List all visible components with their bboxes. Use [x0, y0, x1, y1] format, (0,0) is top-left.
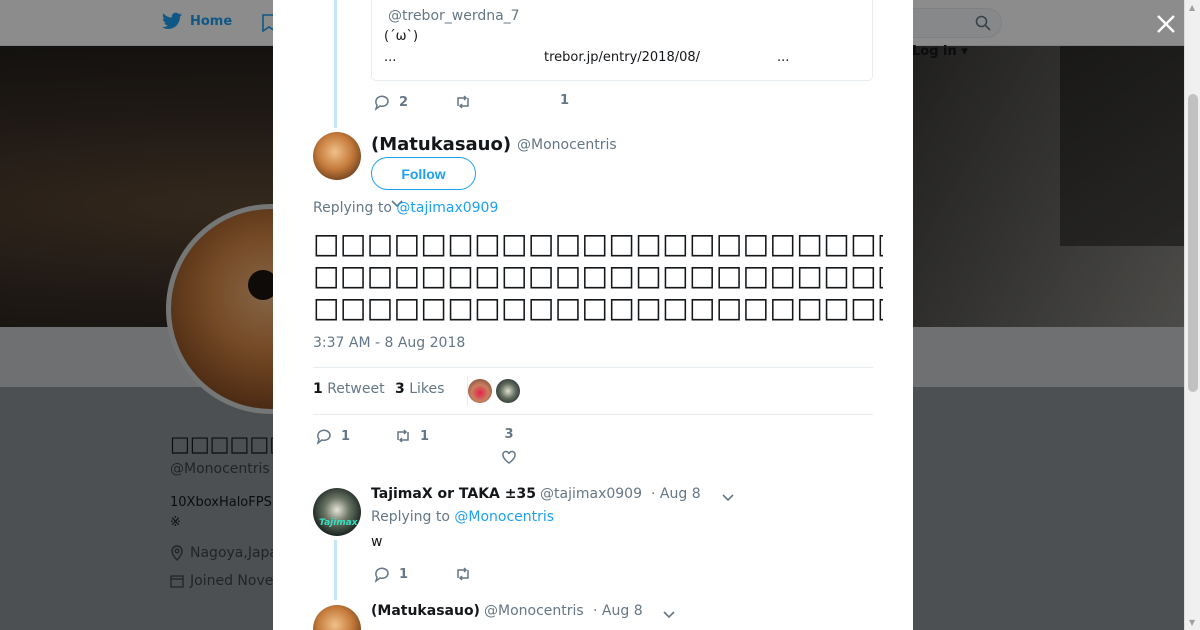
tweet-stats: 1 Retweet 3 Likes: [313, 367, 873, 415]
quoted-tweet-kaomoji: (´ω`): [384, 29, 419, 44]
likes-stat[interactable]: 3 Likes: [395, 381, 444, 397]
quoted-tweet-link[interactable]: trebor.jp/entry/2018/08/: [544, 50, 700, 65]
chevron-down-icon[interactable]: [721, 490, 735, 504]
reply1-replying-link[interactable]: @Monocentris: [454, 509, 554, 525]
main-tweet-avatar[interactable]: [313, 132, 361, 180]
reply1-avatar-label: Tajimax: [319, 518, 358, 528]
reply2-avatar[interactable]: [313, 605, 361, 630]
retweet-icon: [397, 429, 409, 443]
prev-retweet-button[interactable]: [454, 93, 472, 111]
reply-icon: [374, 567, 389, 583]
liker-avatar[interactable]: [496, 379, 520, 403]
reply2-date[interactable]: · Aug 8: [593, 603, 643, 619]
retweet-icon: [457, 567, 469, 581]
reply1-author-handle[interactable]: @tajimax0909: [540, 486, 642, 502]
main-tweet-text-line: □□□□□□□□□□□□□□□□□□□□□□□□□: [313, 228, 883, 260]
main-like-count: 3: [504, 427, 514, 442]
reply1-text: w: [371, 534, 383, 550]
liker-avatar[interactable]: [468, 379, 492, 403]
reply1-reply-count: 1: [399, 566, 409, 582]
quoted-tweet-handle[interactable]: @trebor_werdna_7: [388, 8, 520, 24]
quoted-tweet-ellipsis-start: ...: [384, 50, 397, 65]
main-like-button[interactable]: 3: [500, 427, 518, 466]
scroll-up-arrow-icon[interactable]: ▲: [1189, 3, 1195, 12]
reply1-date[interactable]: · Aug 8: [651, 486, 701, 502]
main-tweet-text-line: □□□□□□□□□□□□□□□□□□□□□□□□□□□□□□□□□□□□□: [313, 292, 883, 324]
prev-reply-button[interactable]: 2: [373, 93, 408, 111]
tweet-modal: @trebor_werdna_7 (´ω`) ... trebor.jp/ent…: [273, 0, 913, 630]
close-icon[interactable]: [1154, 12, 1178, 36]
retweet-stat[interactable]: 1 Retweet: [313, 381, 385, 397]
reply1-author-name[interactable]: TajimaX or TAKA ±35: [371, 486, 536, 502]
reply1-retweet-button[interactable]: [454, 565, 472, 583]
main-tweet-author-handle[interactable]: @Monocentris: [517, 137, 617, 153]
reply1-replying-prefix: Replying to: [371, 509, 450, 525]
prev-reply-count: 2: [399, 94, 409, 110]
replying-to-link[interactable]: @tajimax0909: [396, 200, 498, 216]
replying-prefix: Replying to: [313, 200, 392, 216]
page-scrollbar[interactable]: ▲ ▼: [1184, 0, 1200, 630]
thread-line-top: [334, 0, 337, 128]
retweet-stat-label: Retweet: [327, 381, 385, 397]
main-reply-count: 1: [341, 428, 351, 444]
scrollbar-thumb[interactable]: [1188, 94, 1198, 392]
main-tweet-author-name[interactable]: (Matukasauo): [371, 134, 511, 155]
likes-stat-count: 3: [395, 381, 405, 397]
thread-line-reply: [334, 540, 337, 600]
quoted-tweet-ellipsis-end: ...: [777, 50, 790, 65]
prev-like-button[interactable]: 1: [560, 93, 569, 108]
reply1-avatar[interactable]: Tajimax: [313, 488, 361, 536]
retweet-stat-count: 1: [313, 381, 323, 397]
reply2-author-name[interactable]: (Matukasauo): [371, 603, 480, 619]
retweet-icon: [457, 95, 469, 109]
main-retweet-count: 1: [420, 428, 430, 444]
heart-icon: [502, 450, 516, 464]
follow-button[interactable]: Follow: [371, 157, 476, 190]
main-tweet-text: □□□□□□□□□□□□□□□□□□□□□ □□□□ □□□□□□□□□□□□□□…: [313, 228, 883, 324]
reply1-reply-button[interactable]: 1: [373, 565, 408, 583]
main-reply-button[interactable]: 1: [315, 427, 350, 445]
prev-like-count: 1: [560, 93, 570, 108]
reply-icon: [316, 429, 331, 445]
main-tweet-timestamp[interactable]: 3:37 AM - 8 Aug 2018: [313, 335, 465, 351]
reply-icon: [374, 95, 389, 111]
chevron-down-icon[interactable]: [662, 607, 676, 621]
reply2-author-handle[interactable]: @Monocentris: [484, 603, 584, 619]
main-retweet-button[interactable]: 1: [394, 427, 429, 445]
likes-stat-label: Likes: [409, 381, 445, 397]
quoted-tweet-card[interactable]: @trebor_werdna_7 (´ω`) ... trebor.jp/ent…: [371, 0, 873, 81]
reply1-replying-to: Replying to @Monocentris: [371, 509, 554, 525]
scroll-down-arrow-icon[interactable]: ▼: [1189, 618, 1195, 627]
main-tweet-replying-to: Replying to @tajimax0909: [313, 200, 498, 216]
main-tweet-text-line: □□□□□□□□□□□□□□□□□□□□□□□□□□□□□□□□□□□□□□□□…: [313, 260, 883, 292]
